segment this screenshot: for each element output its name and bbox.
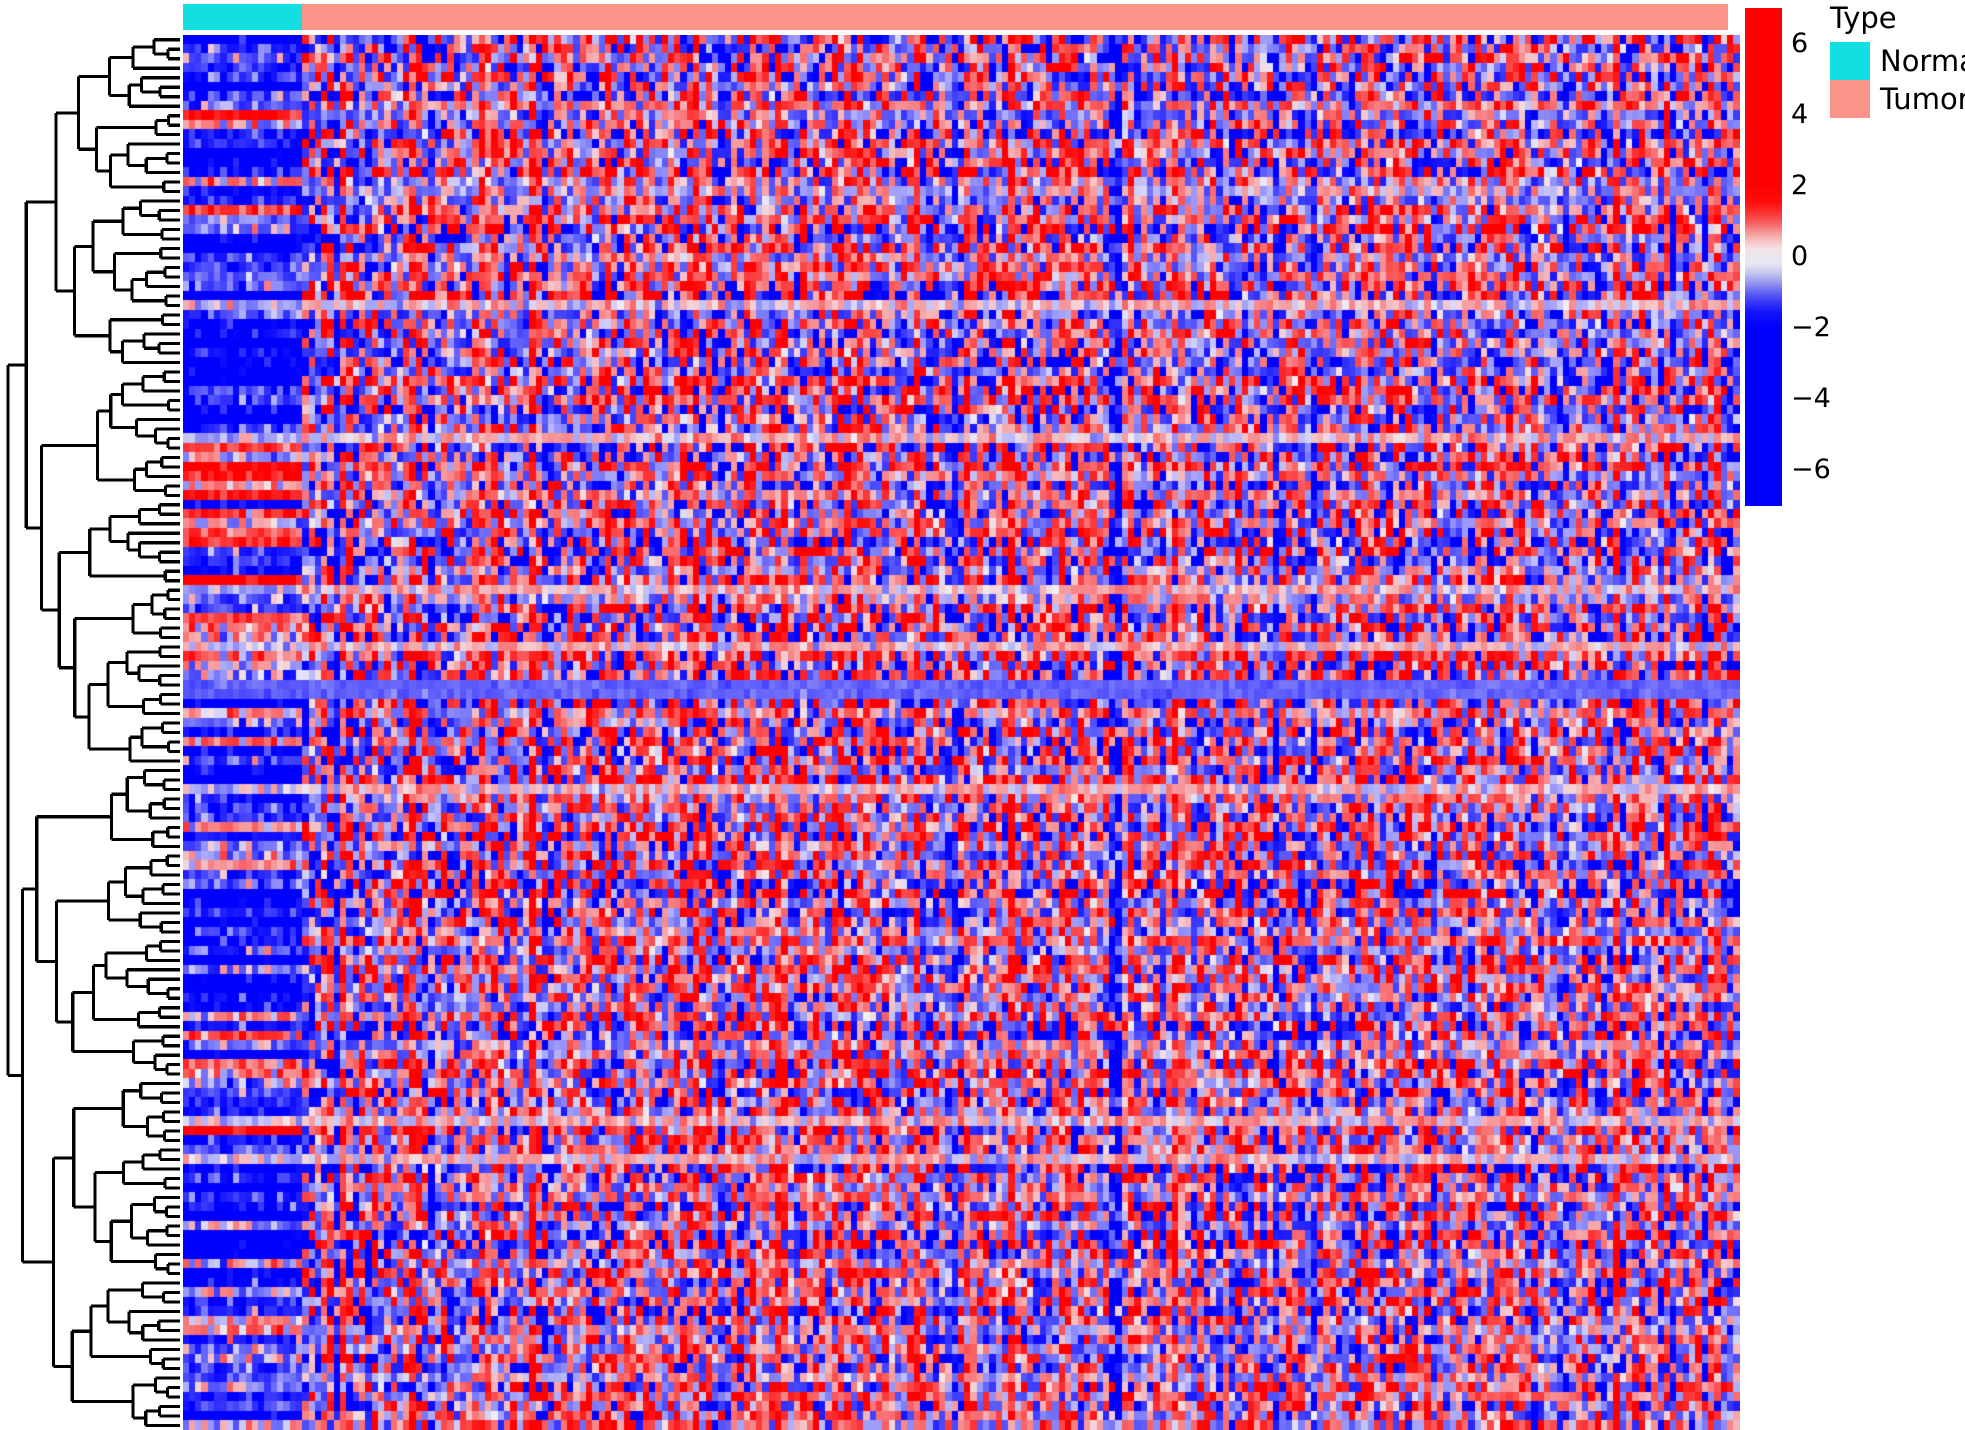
heatmap-body xyxy=(183,35,1740,1430)
legend-title: Type xyxy=(1830,1,1897,35)
colorbar-tick-0: 6 xyxy=(1791,27,1809,59)
legend-item-normal: Normal xyxy=(1830,42,1965,80)
colorbar-tick-2: 2 xyxy=(1791,169,1809,201)
colorbar xyxy=(1745,8,1782,506)
legend-swatch-normal xyxy=(1830,42,1870,80)
column-annotation-bar xyxy=(183,4,1728,30)
legend-swatch-tumor xyxy=(1830,80,1870,118)
colorbar-group: 6 4 2 0 −2 −4 −6 xyxy=(1745,8,1831,508)
colorbar-tick-4: −2 xyxy=(1791,312,1831,344)
heatmap-figure: 6 4 2 0 −2 −4 −6 Type Normal Tumor xyxy=(0,0,1965,1430)
colorbar-tick-3: 0 xyxy=(1791,241,1809,272)
colorbar-tick-6: −6 xyxy=(1791,454,1831,486)
colorbar-tick-5: −4 xyxy=(1791,383,1831,415)
row-dendrogram-svg xyxy=(6,38,180,1427)
colorbar-tick-1: 4 xyxy=(1791,98,1809,130)
heatmap-canvas xyxy=(183,35,1740,1430)
annotation-segment-tumor xyxy=(301,4,1728,30)
legend-label-tumor: Tumor xyxy=(1880,81,1965,116)
legend-label-normal: Normal xyxy=(1880,43,1965,78)
type-legend: Type Normal Tumor xyxy=(1830,1,1965,118)
row-dendrogram xyxy=(0,35,183,1430)
legend-item-tumor: Tumor xyxy=(1830,80,1965,118)
annotation-segment-normal xyxy=(183,4,302,30)
